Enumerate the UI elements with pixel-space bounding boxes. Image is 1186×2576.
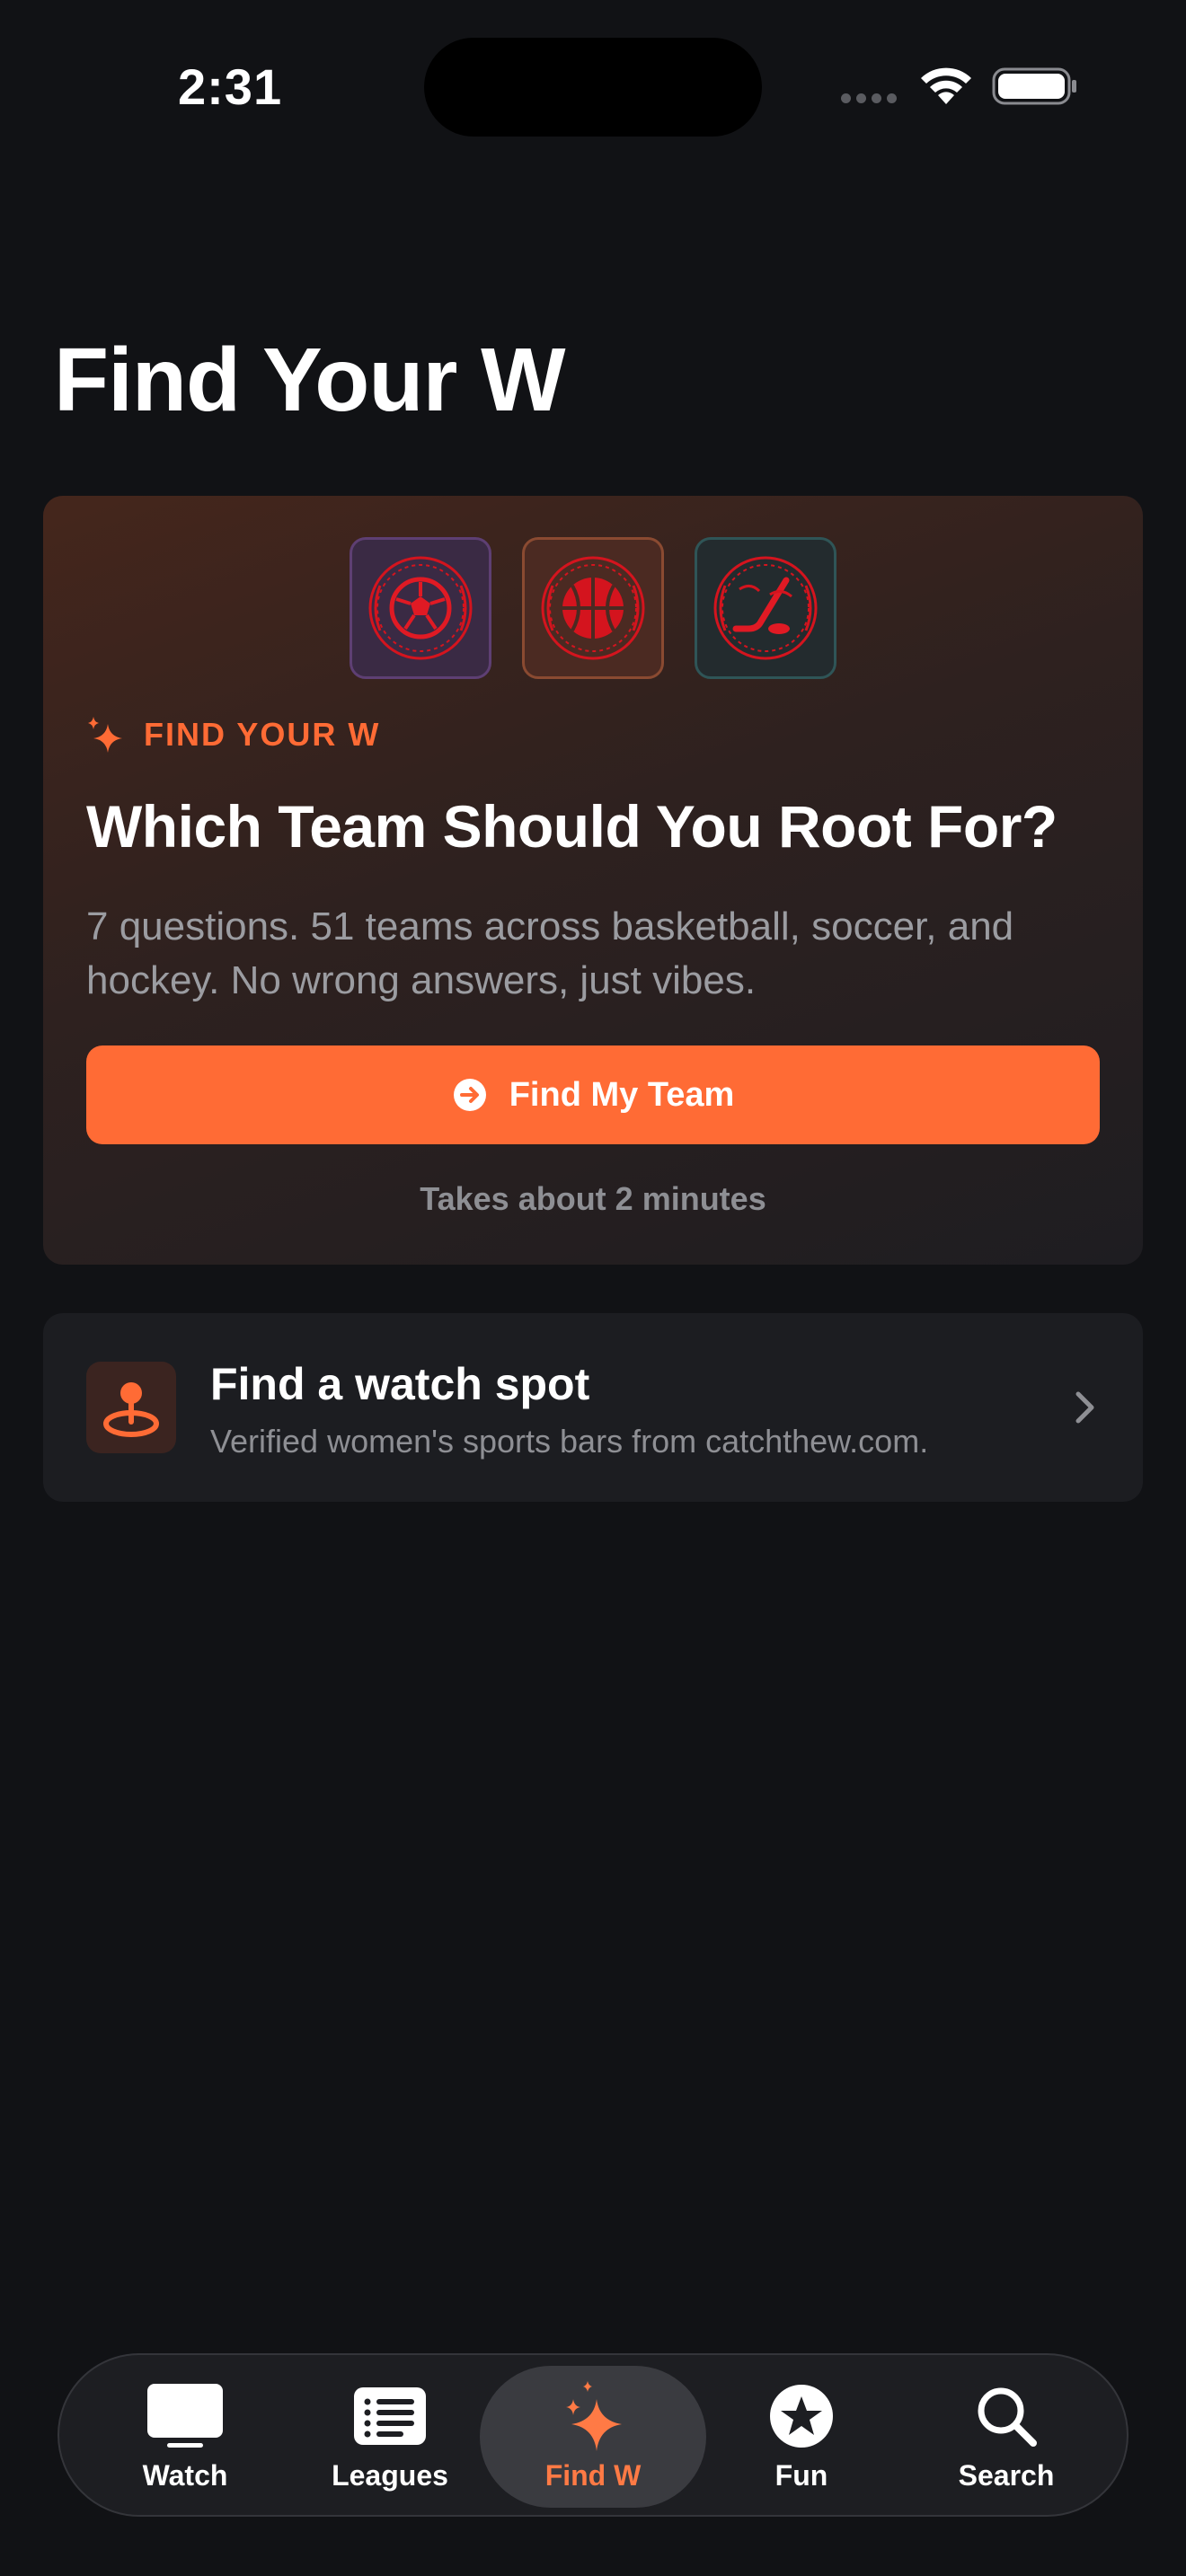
basketball-badge-icon [522, 537, 664, 679]
list-icon [354, 2387, 426, 2445]
battery-icon [992, 67, 1076, 105]
soccer-badge-icon [350, 537, 491, 679]
dynamic-island [424, 38, 762, 137]
page-title: Find Your W [54, 330, 566, 430]
watch-spot-title: Find a watch spot [210, 1359, 590, 1409]
sport-badges [43, 537, 1143, 679]
tab-find-w-label: Find W [544, 2459, 642, 2492]
status-time: 2:31 [178, 58, 283, 115]
tab-search[interactable]: Search [916, 2366, 1096, 2508]
tab-watch-label: Watch [142, 2459, 228, 2492]
tv-icon [147, 2384, 223, 2448]
tab-bar: Watch Leagues Find W Fun Search [58, 2353, 1128, 2517]
wifi-icon [921, 67, 971, 104]
map-pin-icon [86, 1362, 176, 1453]
tab-leagues[interactable]: Leagues [300, 2366, 480, 2508]
tab-leagues-label: Leagues [332, 2459, 448, 2492]
sparkles-icon [88, 717, 122, 753]
tab-search-label: Search [958, 2459, 1055, 2492]
quiz-eyebrow: FIND YOUR W [86, 715, 380, 754]
quiz-title: Which Team Should You Root For? [86, 793, 1058, 860]
quiz-description: 7 questions. 51 teams across basketball,… [86, 904, 1014, 1002]
star-icon [770, 2385, 833, 2448]
find-my-team-label: Find My Team [509, 1075, 735, 1114]
chevron-right-icon [1075, 1391, 1094, 1424]
tab-watch[interactable]: Watch [95, 2366, 275, 2508]
eyebrow-label: FIND YOUR W [144, 716, 381, 753]
tab-find-w[interactable]: Find W [480, 2366, 706, 2508]
sparkles-icon [566, 2381, 622, 2451]
watch-spot-card[interactable]: Find a watch spot Verified women's sport… [43, 1313, 1143, 1502]
find-my-team-button[interactable]: Find My Team [86, 1045, 1100, 1144]
cellular-signal-icon [841, 93, 897, 103]
watch-spot-subtitle: Verified women's sports bars from catcht… [210, 1423, 929, 1460]
quiz-duration-note: Takes about 2 minutes [420, 1180, 766, 1217]
arrow-right-circle-icon [453, 1079, 486, 1111]
hockey-badge-icon [695, 537, 836, 679]
team-quiz-card: FIND YOUR W Which Team Should You Root F… [43, 496, 1143, 1265]
tab-fun-label: Fun [774, 2459, 828, 2492]
search-icon [978, 2387, 1037, 2447]
tab-fun[interactable]: Fun [712, 2366, 891, 2508]
